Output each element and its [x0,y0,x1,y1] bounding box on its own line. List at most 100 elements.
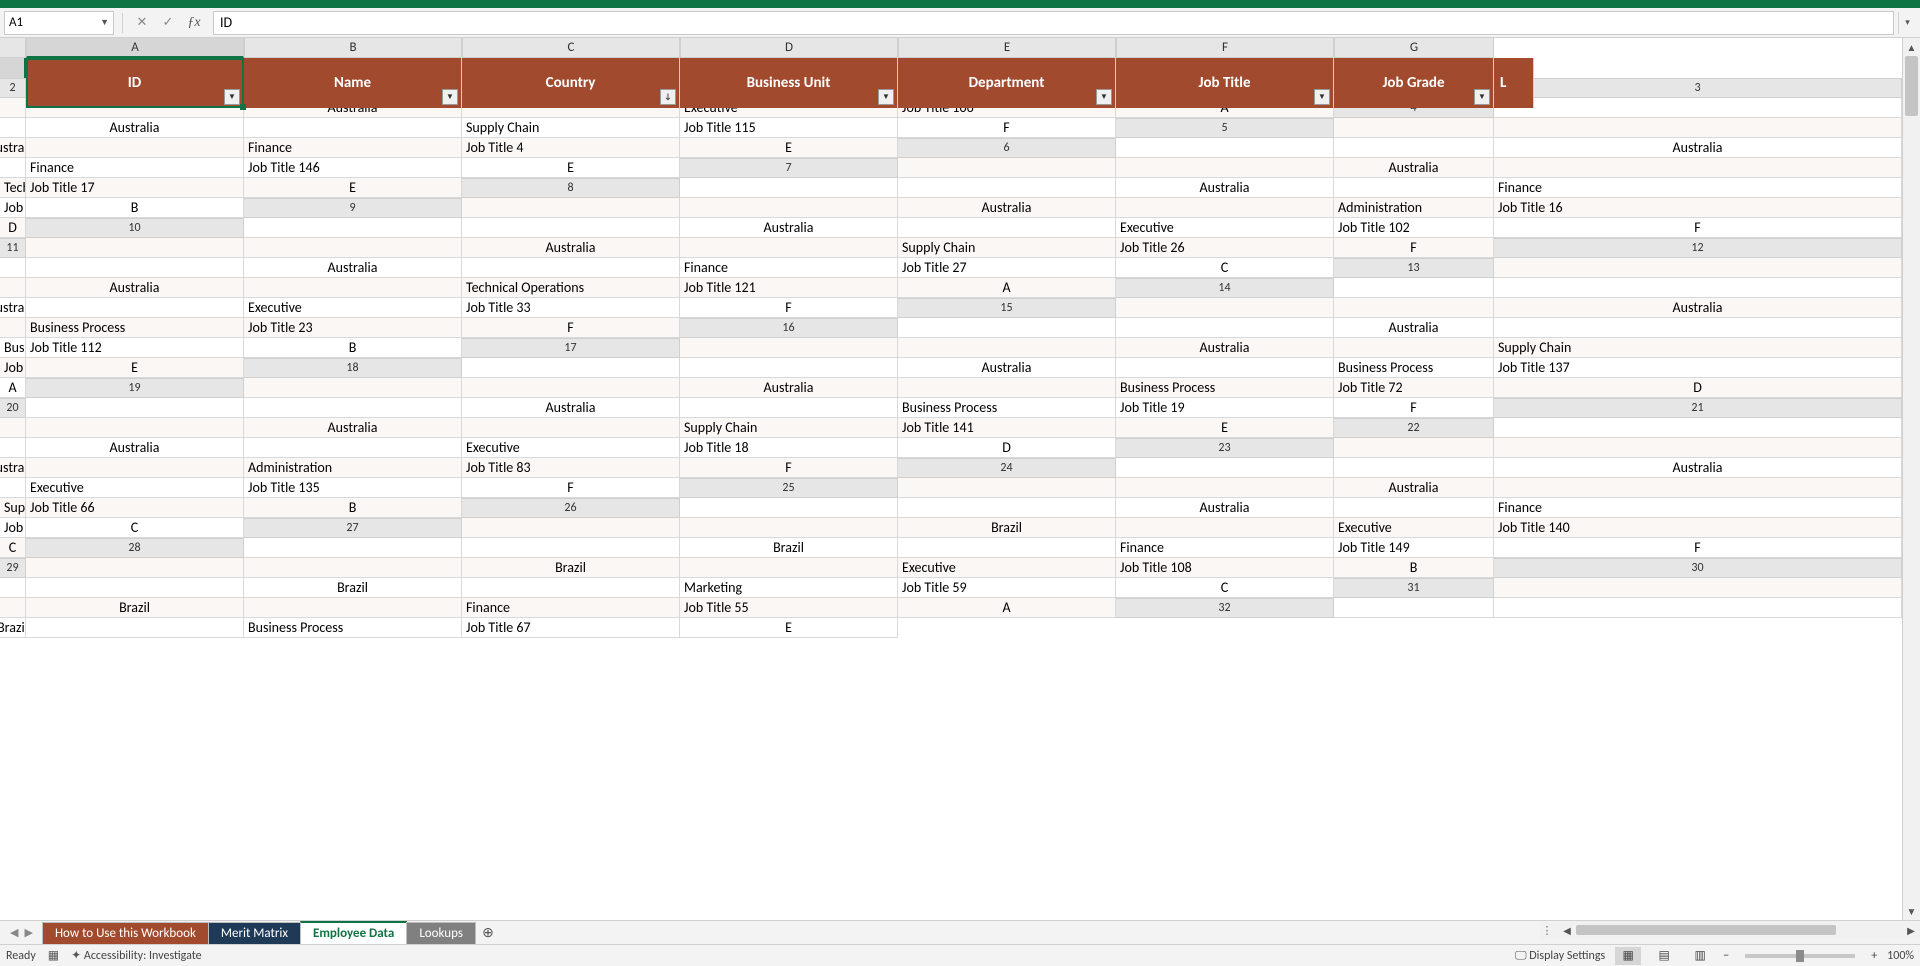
zoom-level[interactable]: 100% [1887,949,1914,963]
cell[interactable] [244,558,462,578]
cell[interactable] [26,258,244,278]
cell[interactable]: Job Title 27 [898,258,1116,278]
cell[interactable]: Job Title 18 [680,438,898,458]
view-page-break-button[interactable]: ▥ [1687,947,1713,965]
cell[interactable] [1334,178,1494,198]
cell[interactable]: Australia [898,198,1116,218]
row-header-9[interactable]: 9 [244,198,462,218]
hscroll-thumb[interactable] [1576,925,1836,935]
cell[interactable]: Australia [0,458,26,478]
cell[interactable]: Executive [1334,518,1494,538]
cell[interactable] [898,338,1116,358]
cell[interactable] [680,358,898,378]
tab-prev-button[interactable]: ◀ [10,926,18,939]
cell[interactable]: Supply Chain [1494,338,1902,358]
cell[interactable]: Administration [244,458,462,478]
row-header-32[interactable]: 32 [1116,598,1334,618]
cell[interactable]: E [680,618,898,638]
cell[interactable]: A [0,378,26,398]
cell[interactable]: Finance [26,158,244,178]
cell[interactable] [26,578,244,598]
cell[interactable] [1494,578,1902,598]
cell[interactable]: Executive [462,438,680,458]
cell[interactable]: Executive [1116,218,1334,238]
cell[interactable] [1334,278,1494,298]
row-header-13[interactable]: 13 [1334,258,1494,278]
cell[interactable]: E [462,158,680,178]
row-header-21[interactable]: 21 [1494,398,1902,418]
cell[interactable] [898,478,1116,498]
cell[interactable]: Business Process [244,618,462,638]
cell[interactable]: Executive [244,298,462,318]
row-header-25[interactable]: 25 [680,478,898,498]
vscroll-thumb[interactable] [1905,56,1918,116]
cell[interactable]: Business Process [0,338,26,358]
row-header-22[interactable]: 22 [1334,418,1494,438]
cell[interactable]: Australia [1334,478,1494,498]
cell[interactable]: Australia [1494,138,1902,158]
row-header-26[interactable]: 26 [462,498,680,518]
cell[interactable]: Australia [26,278,244,298]
row-header-27[interactable]: 27 [244,518,462,538]
row-header-7[interactable]: 7 [680,158,898,178]
row-header-28[interactable]: 28 [26,538,244,558]
cell[interactable]: Australia [26,438,244,458]
cell[interactable] [244,438,462,458]
cell[interactable] [26,558,244,578]
row-header-15[interactable]: 15 [898,298,1116,318]
cell[interactable]: C [26,518,244,538]
cell[interactable] [0,258,26,278]
cell[interactable]: C [1116,578,1334,598]
cell[interactable]: A [898,598,1116,618]
cell[interactable]: Finance [680,258,898,278]
cell[interactable]: A [898,278,1116,298]
cell[interactable] [244,598,462,618]
cell[interactable]: Job Title 102 [1334,218,1494,238]
cell[interactable] [1334,458,1494,478]
cell[interactable]: Australia [0,298,26,318]
cell[interactable] [680,558,898,578]
cell[interactable]: Job Title 16 [1494,198,1902,218]
cell[interactable]: Finance [462,598,680,618]
cell[interactable] [1116,138,1334,158]
cell[interactable]: Brazil [898,518,1116,538]
cell[interactable]: F [1494,218,1902,238]
cell[interactable]: Finance [1116,538,1334,558]
cell[interactable]: Technical Operations [462,278,680,298]
view-page-layout-button[interactable]: ▤ [1651,947,1677,965]
cell[interactable]: Supply Chain [898,238,1116,258]
cell[interactable] [1494,318,1902,338]
display-settings-button[interactable]: 🖵 Display Settings [1515,949,1605,963]
cell[interactable]: Business Process [898,398,1116,418]
row-header-5[interactable]: 5 [1116,118,1334,138]
cell[interactable] [680,338,898,358]
row-header-11[interactable]: 11 [0,238,26,258]
cell[interactable]: Supply Chain [0,498,26,518]
hscroll-right-button[interactable]: ▶ [1902,924,1920,937]
cell[interactable]: Australia [1334,158,1494,178]
column-header-B[interactable]: B [244,38,462,58]
scroll-down-button[interactable]: ▼ [1903,902,1920,920]
cell[interactable] [244,218,462,238]
cell[interactable]: E [680,138,898,158]
column-header-A[interactable]: A [26,38,244,58]
cell[interactable] [680,198,898,218]
cell[interactable]: Australia [1116,178,1334,198]
row-header-19[interactable]: 19 [26,378,244,398]
cell[interactable] [1494,478,1902,498]
filter-dropdown-icon[interactable]: ▼ [442,89,458,105]
filter-dropdown-icon[interactable]: ▼ [1314,89,1330,105]
zoom-in-button[interactable]: + [1871,949,1877,963]
cell[interactable] [898,538,1116,558]
cancel-formula-button[interactable]: ✕ [131,12,153,34]
cell[interactable] [0,98,26,118]
row-header-20[interactable]: 20 [0,398,26,418]
cell[interactable]: F [462,318,680,338]
row-header-10[interactable]: 10 [26,218,244,238]
cell[interactable]: Australia [680,218,898,238]
cell[interactable] [1116,298,1334,318]
cell[interactable]: D [898,438,1116,458]
row-header-16[interactable]: 16 [680,318,898,338]
table-header-country[interactable]: Country↓ [462,58,680,108]
cell[interactable] [26,618,244,638]
